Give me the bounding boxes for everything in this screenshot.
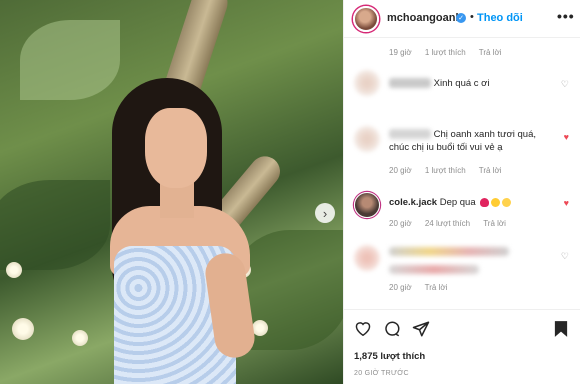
comment-meta: 20 giờ Trả lời — [389, 283, 458, 292]
separator-dot: • — [470, 11, 474, 23]
post-detail-panel: mchoangoanh ✓ • Theo dõi ••• 19 giờ 1 lư… — [343, 0, 580, 384]
white-flower — [6, 262, 22, 278]
verified-badge-icon: ✓ — [456, 13, 466, 23]
blurred-username — [389, 78, 431, 89]
like-heart-icon[interactable]: ♡ — [561, 79, 569, 90]
blurred-username — [389, 129, 431, 140]
comment-age: 20 giờ — [389, 219, 412, 228]
liked-heart-icon[interactable]: ♥ — [564, 198, 569, 208]
comment-text: Dep qua — [439, 197, 476, 208]
avatar[interactable] — [354, 192, 380, 218]
avatar[interactable] — [354, 245, 380, 271]
comment-username[interactable]: cole.k.jack — [389, 197, 437, 208]
comment-likes[interactable]: 1 lượt thích — [425, 166, 466, 175]
reply-button[interactable]: Trả lời — [425, 283, 448, 292]
share-plane-icon[interactable] — [412, 320, 430, 343]
like-heart-icon[interactable] — [354, 320, 372, 341]
comment-text-line1: Chị oanh xanh tươi quá, — [433, 129, 537, 140]
post-photo[interactable]: › — [0, 0, 343, 384]
comment-likes[interactable]: 24 lượt thích — [425, 219, 470, 228]
blurred-comment-text — [389, 247, 509, 256]
comment-age: 19 giờ — [389, 48, 412, 57]
like-heart-icon[interactable]: ♡ — [561, 251, 569, 262]
chevron-right-icon: › — [322, 205, 328, 221]
woman-figure — [100, 78, 270, 384]
avatar[interactable] — [354, 126, 380, 152]
reply-button[interactable]: Trả lời — [479, 166, 502, 175]
comment-age: 20 giờ — [389, 166, 412, 175]
comment-item: Chị oanh xanh tươi quá, chúc chị iu buổi… — [344, 120, 580, 180]
comment-item: ♡ 20 giờ Trả lời — [344, 243, 580, 298]
post-actions: 1,875 lượt thích 20 GIỜ TRƯỚC — [344, 309, 580, 384]
comment-meta: 20 giờ 24 lượt thích Trả lời — [389, 219, 517, 228]
red-heart-emoji-icon — [480, 197, 490, 207]
reply-button[interactable]: Trả lời — [479, 48, 502, 57]
comment-bubble-icon[interactable] — [383, 320, 401, 343]
comment-meta: 20 giờ 1 lượt thích Trả lời — [389, 166, 512, 175]
post-timestamp: 20 GIỜ TRƯỚC — [354, 370, 409, 377]
post-header: mchoangoanh ✓ • Theo dõi ••• — [344, 0, 580, 38]
comment-text-line2: chúc chị iu buổi tối vui vẻ ạ — [389, 142, 503, 153]
avatar[interactable] — [353, 6, 379, 32]
comment-likes[interactable]: 1 lượt thích — [425, 48, 466, 57]
author-username[interactable]: mchoangoanh — [387, 12, 462, 24]
reply-button[interactable]: Trả lời — [483, 219, 506, 228]
more-options-icon[interactable]: ••• — [557, 8, 575, 24]
comment-age: 20 giờ — [389, 283, 412, 292]
comment-text: Xinh quá c ơi — [433, 78, 490, 89]
liked-heart-icon[interactable]: ♥ — [564, 132, 569, 142]
comment-item: Xinh quá c ơi ♡ — [344, 70, 580, 100]
comment-meta: 19 giờ 1 lượt thích Trả lời — [389, 48, 512, 57]
heart-eyes-emoji-icon — [491, 197, 501, 207]
foliage — [0, 180, 110, 270]
next-slide-button[interactable]: › — [315, 203, 335, 223]
bookmark-icon[interactable] — [554, 320, 568, 343]
white-flower — [12, 318, 34, 340]
avatar[interactable] — [354, 70, 380, 96]
likes-count[interactable]: 1,875 lượt thích — [354, 351, 425, 362]
follow-button[interactable]: Theo dõi — [477, 12, 523, 24]
smiling-face-emoji-icon — [502, 197, 512, 207]
blurred-comment-text — [389, 265, 479, 274]
white-flower — [72, 330, 88, 346]
comment-item: cole.k.jack Dep qua ♥ 20 giờ 24 lượt thí… — [344, 190, 580, 235]
